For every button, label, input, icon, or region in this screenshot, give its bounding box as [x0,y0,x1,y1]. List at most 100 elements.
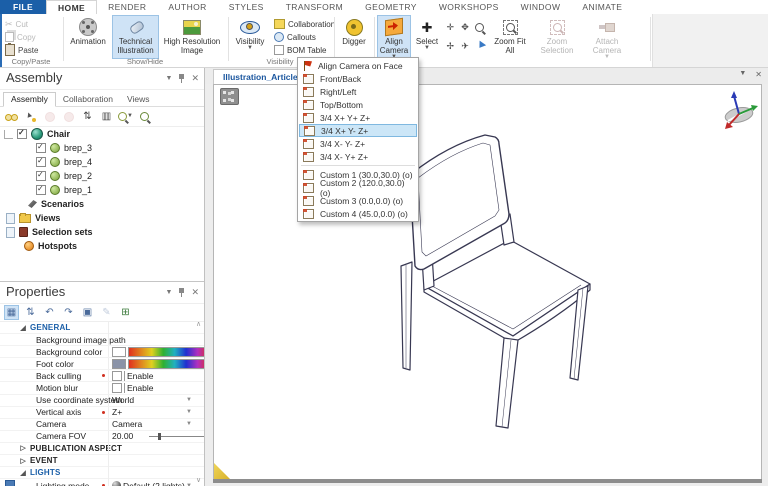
prop-background-color[interactable]: Background color [0,346,204,358]
show-glasses-icon[interactable] [4,109,19,124]
menu-item-custom-4[interactable]: Custom 4 (45.0,0.0) (o) [299,207,417,220]
menu-item-iso-xm-yp-zp[interactable]: 3/4 X- Y+ Z+ [299,150,417,163]
zoom-fit-all-button[interactable]: Zoom Fit All [490,16,530,60]
categorized-view-icon[interactable]: ▦ [4,305,19,320]
high-resolution-image-button[interactable]: High Resolution Image [161,16,223,60]
chevron-down-icon[interactable]: ▼ [186,409,192,415]
prop-use-coordinate-system[interactable]: Use coordinate system World ▼ [0,395,204,407]
technical-illustration-button[interactable]: Technical Illustration [112,15,159,59]
menu-item-iso-xp-ym-zp[interactable]: 3/4 X+ Y- Z+ [299,124,417,137]
move-tool-icon[interactable]: ✢ [447,42,455,51]
tab-collaboration[interactable]: Collaboration [56,93,120,106]
sort-az-icon[interactable]: ⇅ [80,109,95,124]
orientation-triad[interactable] [718,88,760,132]
tree-node-brep2[interactable]: brep_2 [0,169,204,183]
visibility-checkbox[interactable] [36,185,46,195]
edit-property-icon[interactable]: ✎ [99,305,114,320]
menu-home[interactable]: HOME [46,0,97,14]
prop-foot-color[interactable]: Foot color [0,358,204,370]
attach-camera-button[interactable]: Attach Camera ▼ [584,16,630,60]
apply-to-window-icon[interactable]: ⊞ [118,305,133,320]
paste-button[interactable]: Paste [5,44,38,56]
color-spectrum-bar[interactable] [128,347,204,357]
menu-window[interactable]: WINDOW [510,0,572,14]
enable-checkbox[interactable] [112,371,122,381]
prop-motion-blur[interactable]: Motion blur Enable [0,382,204,394]
align-camera-button[interactable]: Align Camera ▼ [377,15,411,59]
menu-item-right-left[interactable]: Right/Left [299,85,417,98]
menu-item-custom-3[interactable]: Custom 3 (0.0,0.0) (o) [299,194,417,207]
menu-styles[interactable]: STYLES [218,0,275,14]
zoom-in-icon[interactable] [475,23,484,32]
section-publication-aspect[interactable]: ▷ PUBLICATION ASPECT [0,443,204,455]
menu-file[interactable]: FILE [0,0,46,14]
tree-node-brep4[interactable]: brep_4 [0,155,204,169]
menu-geometry[interactable]: GEOMETRY [354,0,428,14]
tree-node-brep3[interactable]: brep_3 [0,141,204,155]
menu-animate[interactable]: ANIMATE [571,0,633,14]
visibility-checkbox[interactable] [36,171,46,181]
undo-property-icon[interactable]: ↶ [42,305,57,320]
prop-background-image-path[interactable]: Background image path [0,334,204,346]
menu-item-iso-xp-yp-zp[interactable]: 3/4 X+ Y+ Z+ [299,111,417,124]
menu-item-front-back[interactable]: Front/Back [299,72,417,85]
visibility-checkbox[interactable] [36,143,46,153]
redo-property-icon[interactable]: ↷ [61,305,76,320]
color-spectrum-bar[interactable] [128,359,204,369]
tree-node-brep1[interactable]: brep_1 [0,183,204,197]
visibility-dim-icon[interactable] [42,109,57,124]
neutral-properties-icon[interactable]: ▣ [80,305,95,320]
pin-icon[interactable] [179,74,184,83]
tree-node-selection-sets[interactable]: Selection sets [0,225,204,239]
menu-workshops[interactable]: WORKSHOPS [428,0,510,14]
chevron-down-icon[interactable]: ▼ [186,397,192,403]
menu-transform[interactable]: TRANSFORM [275,0,354,14]
animation-marker-icon[interactable] [220,88,239,105]
tabstrip-menu-icon[interactable]: ▼ [739,70,746,79]
menu-item-iso-xm-ym-zp[interactable]: 3/4 X- Y- Z+ [299,137,417,150]
rotate-tool-icon[interactable]: ✛ [447,23,455,32]
prop-camera[interactable]: Camera Camera ▼ [0,419,204,431]
prop-vertical-axis[interactable]: Vertical axis Z+ ▼ [0,407,204,419]
fly-tool-icon[interactable]: ✈ [461,42,469,51]
search-settings-icon[interactable] [137,109,152,124]
visibility-checkbox[interactable] [17,129,27,139]
properties-scrollbar[interactable]: ∧ ∨ [194,320,203,484]
menu-item-custom-2[interactable]: Custom 2 (120.0,30.0) (o) [299,181,417,194]
digger-button[interactable]: Digger [337,16,371,60]
viewport[interactable] [205,84,768,486]
prop-camera-fov[interactable]: Camera FOV 20.00 [0,431,204,443]
animation-button[interactable]: Animation [66,16,110,60]
scroll-up-icon[interactable]: ∧ [196,320,201,328]
section-event[interactable]: ▷ EVENT [0,455,204,467]
color-swatch[interactable] [112,359,126,369]
tree-node-chair[interactable]: Chair [0,127,204,141]
menu-render[interactable]: RENDER [97,0,157,14]
scroll-down-icon[interactable]: ∨ [196,476,201,484]
zoom-selection-button[interactable]: Zoom Selection [534,16,580,60]
panel-menu-icon[interactable]: ▼ [166,75,173,82]
menu-item-align-camera-on-face[interactable]: Align Camera on Face [299,59,417,72]
callouts-toggle[interactable]: Callouts [274,31,316,43]
zoom-arrow-icon[interactable] [474,40,486,53]
visibility-dim-alt-icon[interactable] [61,109,76,124]
tab-assembly[interactable]: Assembly [3,92,56,107]
menu-item-top-bottom[interactable]: Top/Bottom [299,98,417,111]
sort-az-icon[interactable]: ⇅ [23,305,38,320]
slider-thumb[interactable] [158,433,161,440]
pin-icon[interactable] [179,288,184,297]
color-swatch[interactable] [112,347,126,357]
cut-button[interactable]: ✂ Cut [5,18,28,30]
visibility-checkbox[interactable] [36,157,46,167]
visibility-button[interactable]: Visibility ▼ [230,16,270,60]
chevron-down-icon[interactable]: ▼ [186,421,192,427]
copy-button[interactable]: Copy [5,31,36,43]
tree-node-hotspots[interactable]: Hotspots [0,239,204,253]
tab-views[interactable]: Views [120,93,157,106]
select-button[interactable]: ✚ Select ▼ [413,16,441,60]
tree-node-views[interactable]: Views [0,211,204,225]
section-lights[interactable]: ◢ LIGHTS [0,467,204,479]
panel-close-icon[interactable]: ✕ [191,287,199,298]
prop-back-culling[interactable]: Back culling Enable [0,370,204,382]
cursor-star-icon[interactable] [23,109,38,124]
